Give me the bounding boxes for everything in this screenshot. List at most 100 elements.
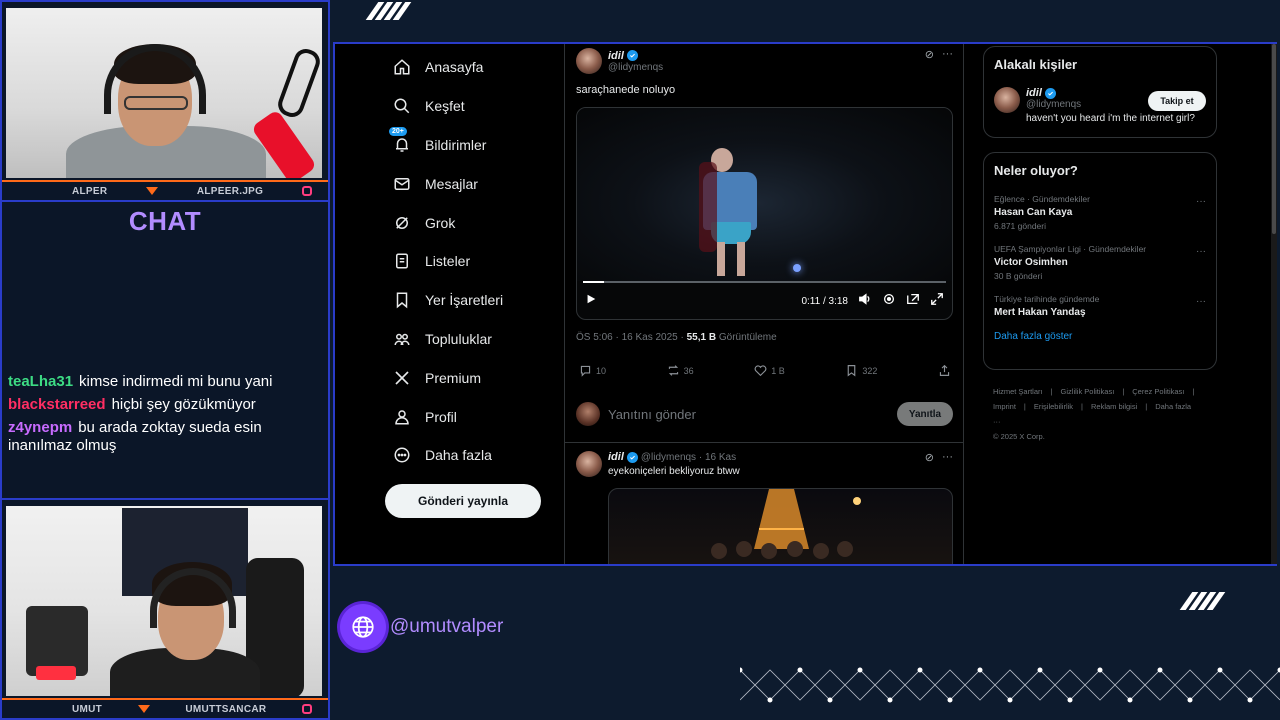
like-action[interactable]: 1 B <box>754 364 785 377</box>
footer-link[interactable]: Reklam bilgisi <box>1091 402 1137 411</box>
avatar[interactable] <box>576 48 602 74</box>
repost-action[interactable]: 36 <box>667 364 694 377</box>
slash-decoration <box>365 2 412 20</box>
nav-item-lists[interactable]: Listeler <box>391 242 561 281</box>
list-icon <box>391 250 413 272</box>
nav-item-explore[interactable]: Keşfet <box>391 87 561 126</box>
repost-icon <box>668 365 678 376</box>
chat-message: blackstarreed hiçbi şey gözükmüyor <box>8 393 326 416</box>
bookmark-count: 322 <box>862 365 878 376</box>
view-count: 55,1 B <box>686 332 717 343</box>
more-options-icon[interactable]: ··· <box>942 451 953 464</box>
reply-action[interactable]: 10 <box>579 364 606 377</box>
person-icon <box>391 406 413 428</box>
footer-separator: | <box>1050 387 1053 396</box>
footer-link[interactable]: Imprint <box>993 402 1016 411</box>
top-webcam-frame: ALPER ALPEER.JPG <box>0 0 330 202</box>
trend-item[interactable]: Türkiye tarihinde gündemde Mert Hakan Ya… <box>994 294 1206 318</box>
trend-item[interactable]: Eğlence · Gündemdekiler Hasan Can Kaya 6… <box>994 194 1206 231</box>
like-count: 1 B <box>771 365 785 376</box>
nav-item-messages[interactable]: Mesajlar <box>391 164 561 203</box>
verified-badge-icon <box>626 50 638 61</box>
nav-item-bookmarks[interactable]: Yer İşaretleri <box>391 281 561 320</box>
nav-item-profile[interactable]: Profil <box>391 397 561 436</box>
footer-link[interactable]: Çerez Politikası <box>1132 387 1184 396</box>
footer-link[interactable]: Gizlilik Politikası <box>1061 387 1115 396</box>
more-options-icon[interactable]: ··· <box>942 48 953 61</box>
nav-label: Premium <box>425 369 482 386</box>
view-label: Görüntüleme <box>716 332 777 343</box>
bottom-cam-name: UMUT <box>72 703 103 715</box>
chat-message: z4ynepm bu arada zoktay sueda esin inanıl… <box>8 419 326 455</box>
nav-item-more[interactable]: Daha fazla <box>391 436 561 475</box>
triangle-icon <box>137 705 150 713</box>
bookmark-action[interactable]: 322 <box>845 364 877 377</box>
webcam-video-bottom <box>6 506 322 696</box>
share-icon <box>939 364 950 376</box>
footer-separator: | <box>1192 387 1195 396</box>
scrollbar[interactable] <box>1271 44 1277 564</box>
nav-label: Daha fazla <box>425 447 492 464</box>
heart-icon <box>754 365 767 377</box>
eiffel-tower-photo <box>711 489 861 559</box>
tweet-author[interactable]: idil <box>608 50 663 62</box>
tweet-image[interactable] <box>608 488 953 564</box>
author-name: idil <box>608 451 624 463</box>
tweet-author-line[interactable]: idil @lidymenqs · 16 Kas <box>608 451 740 463</box>
footer-separator: | <box>1081 402 1083 411</box>
trend-name: Hasan Can Kaya <box>994 207 1073 218</box>
trend-item[interactable]: UEFA Şampiyonlar Ligi · Gündemdekiler Vi… <box>994 244 1206 281</box>
more-options-icon[interactable]: ··· <box>1196 246 1206 257</box>
nav-item-communities[interactable]: Topluluklar <box>391 320 561 359</box>
nav-label: Bildirimler <box>425 136 487 153</box>
footer-link[interactable]: Erişilebilirlik <box>1034 402 1073 411</box>
bottom-webcam-frame: UMUT UMUTTSANCAR <box>0 498 330 720</box>
reply-icon <box>580 365 591 377</box>
grok-icon[interactable]: ⊘ <box>925 451 934 464</box>
nav-item-notifications[interactable]: 20+ Bildirimler <box>389 126 561 165</box>
tweet-meta: ÖS 5:06 · 16 Kas 2025 · 55,1 B Görüntüle… <box>576 332 777 343</box>
more-options-icon[interactable]: ··· <box>1196 296 1206 307</box>
play-icon[interactable] <box>585 292 597 310</box>
trend-count: 30 B gönderi <box>994 271 1043 281</box>
home-icon <box>391 56 413 78</box>
grok-icon <box>391 212 413 234</box>
bottom-cam-handle: UMUTTSANCAR <box>185 703 267 715</box>
reply-input[interactable]: Yanıtını gönder <box>608 407 897 422</box>
x-sidebar-nav: Anasayfa Keşfet 20+ Bildirimler Mesajlar… <box>389 48 561 475</box>
video-progress-bar[interactable] <box>583 281 946 283</box>
show-more-link[interactable]: Daha fazla göster <box>994 331 1206 342</box>
volume-icon[interactable] <box>858 292 872 311</box>
nav-item-premium[interactable]: Premium <box>391 358 561 397</box>
nav-label: Listeler <box>425 253 471 270</box>
avatar[interactable] <box>576 451 602 477</box>
more-options-icon[interactable]: ··· <box>1196 196 1206 207</box>
post-button[interactable]: Gönderi yayınla <box>385 484 541 518</box>
repost-count: 36 <box>683 365 694 376</box>
video-player[interactable]: 0:11 / 3:18 <box>576 107 953 320</box>
trends-title: Neler oluyor? <box>994 163 1078 178</box>
pip-icon[interactable] <box>906 292 920 311</box>
share-action[interactable] <box>938 364 951 377</box>
nav-item-home[interactable]: Anasayfa <box>391 48 561 87</box>
grok-icon[interactable]: ⊘ <box>925 48 934 61</box>
footer-link[interactable]: Hizmet Şartları <box>993 387 1043 396</box>
tweet-timestamp[interactable]: ÖS 5:06 · 16 Kas 2025 · <box>576 332 687 343</box>
bookmark-icon <box>391 289 413 311</box>
settings-icon[interactable] <box>882 292 896 311</box>
nav-label: Mesajlar <box>425 175 478 192</box>
nav-label: Yer İşaretleri <box>425 292 504 309</box>
trend-name: Victor Osimhen <box>994 257 1068 268</box>
related-people-title: Alakalı kişiler <box>994 57 1078 72</box>
follow-button[interactable]: Takip et <box>1148 91 1206 111</box>
author-handle: @lidymenqs <box>608 61 664 73</box>
fullscreen-icon[interactable] <box>930 292 944 311</box>
avatar <box>994 87 1020 113</box>
scrollbar-thumb[interactable] <box>1272 44 1276 234</box>
streamer-handle-text: @umutvalper <box>390 616 504 637</box>
author-name: idil <box>608 49 624 62</box>
reply-button[interactable]: Yanıtla <box>897 402 953 426</box>
nav-label: Anasayfa <box>425 59 484 76</box>
diamond-pattern-decoration <box>740 667 1280 703</box>
nav-item-grok[interactable]: Grok <box>391 203 561 242</box>
